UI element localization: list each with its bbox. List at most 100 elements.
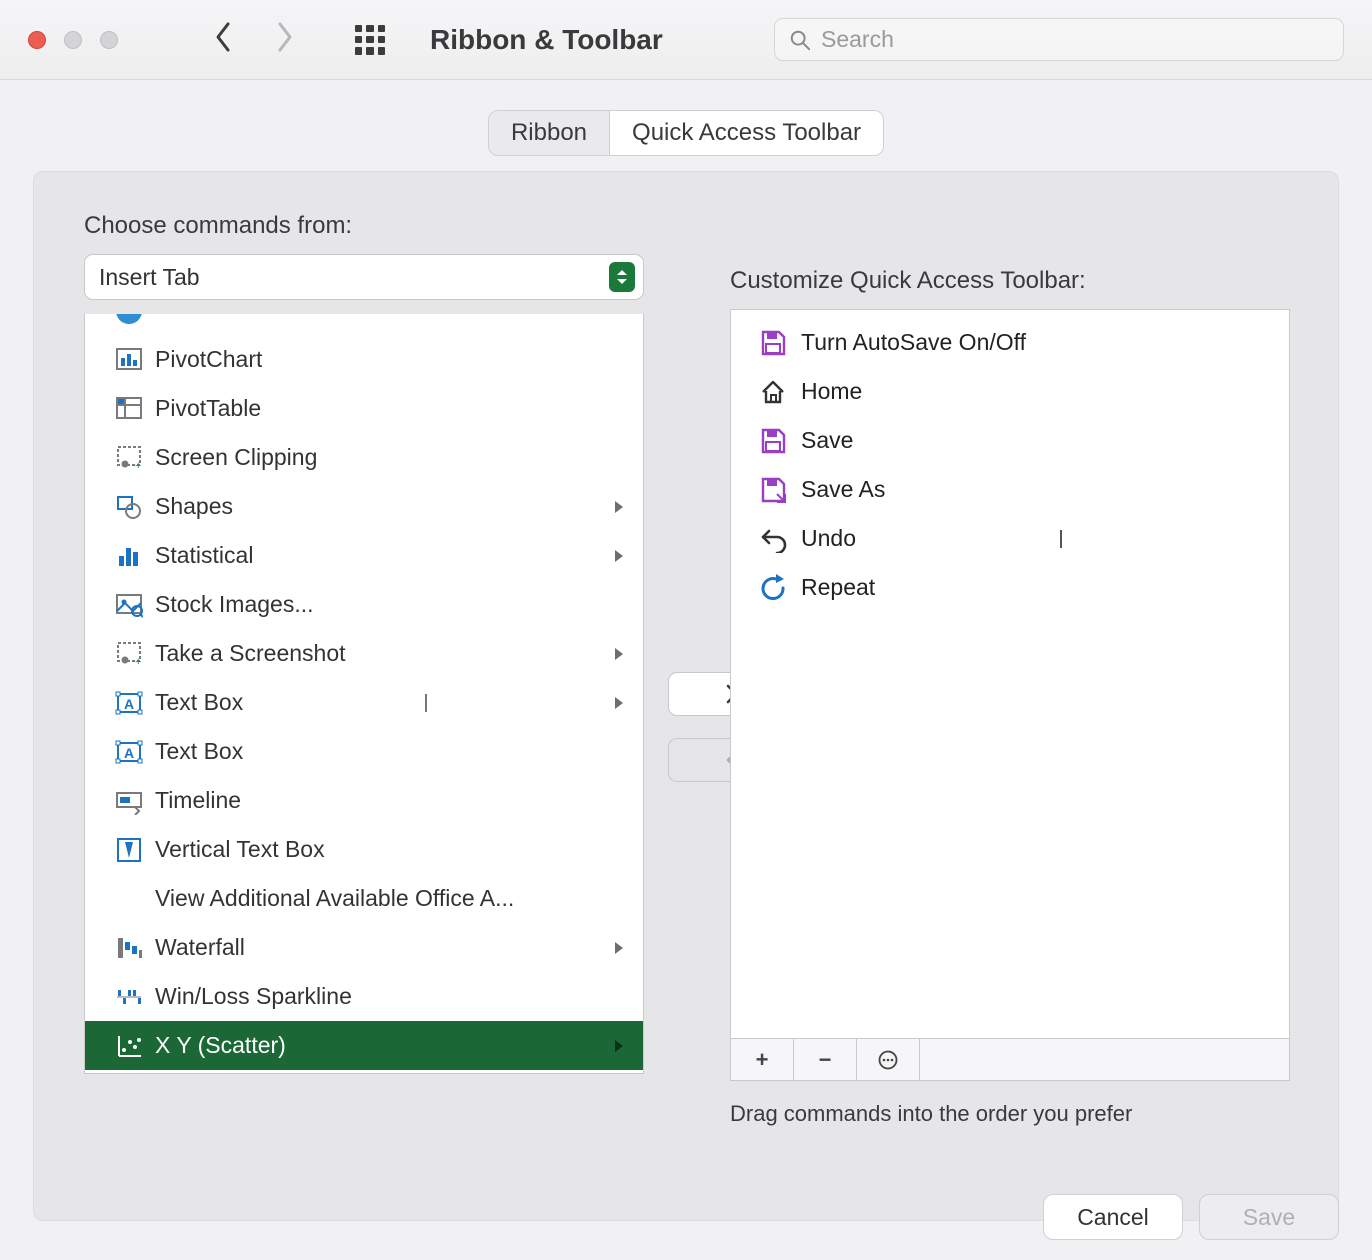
submenu-chevron-icon xyxy=(613,493,625,520)
command-item[interactable]: X Y (Scatter) xyxy=(85,1021,643,1070)
qat-item-label: Undo xyxy=(801,525,856,552)
qat-toolbar: + − xyxy=(730,1039,1290,1081)
footer-buttons: Cancel Save xyxy=(1043,1194,1339,1240)
command-label: Vertical Text Box xyxy=(155,836,325,863)
command-label: Screen Clipping xyxy=(155,444,317,471)
search-input[interactable] xyxy=(821,26,1329,53)
save-as-icon xyxy=(759,476,787,504)
stock-images-icon xyxy=(115,591,143,619)
qat-item[interactable]: Repeat xyxy=(731,563,1289,612)
command-item[interactable]: Timeline xyxy=(85,776,643,825)
qat-item-label: Home xyxy=(801,378,862,405)
statistical-icon xyxy=(115,542,143,570)
qat-item[interactable]: Save As xyxy=(731,465,1289,514)
scatter-icon xyxy=(115,1032,143,1060)
search-icon xyxy=(789,29,811,51)
command-item[interactable] xyxy=(85,314,643,335)
timeline-icon xyxy=(115,787,143,815)
command-item[interactable]: PivotTable xyxy=(85,384,643,433)
textbox-icon: A xyxy=(115,689,143,717)
submenu-chevron-icon xyxy=(613,640,625,667)
qat-item[interactable]: Turn AutoSave On/Off xyxy=(731,318,1289,367)
show-all-icon[interactable] xyxy=(355,25,385,55)
commands-list[interactable]: PivotChart PivotTable + Screen Clipping Shap… xyxy=(84,314,644,1074)
zoom-window-button[interactable] xyxy=(100,31,118,49)
minimize-window-button[interactable] xyxy=(64,31,82,49)
command-item[interactable]: + Screen Clipping xyxy=(85,433,643,482)
waterfall-icon xyxy=(115,934,143,962)
command-label: View Additional Available Office A... xyxy=(155,885,514,912)
tab-strip: Ribbon Quick Access Toolbar xyxy=(0,80,1372,156)
tab-quick-access-toolbar[interactable]: Quick Access Toolbar xyxy=(609,111,883,155)
save-button[interactable]: Save xyxy=(1199,1194,1339,1240)
commands-column: Choose commands from: Insert Tab PivotCh… xyxy=(84,212,644,1074)
search-wrap xyxy=(774,18,1344,61)
split-indicator xyxy=(425,694,427,712)
command-label: Text Box xyxy=(155,689,243,716)
tab-ribbon[interactable]: Ribbon xyxy=(489,111,609,155)
submenu-chevron-icon xyxy=(613,1032,625,1059)
command-label: Win/Loss Sparkline xyxy=(155,983,352,1010)
qat-item-label: Save xyxy=(801,427,853,454)
pivottable-icon xyxy=(115,395,143,423)
tab-group: Ribbon Quick Access Toolbar xyxy=(488,110,884,156)
qat-item-label: Save As xyxy=(801,476,885,503)
cancel-button[interactable]: Cancel xyxy=(1043,1194,1183,1240)
svg-text:+: + xyxy=(135,460,141,472)
customize-qat-label: Customize Quick Access Toolbar: xyxy=(730,267,1290,295)
search-box[interactable] xyxy=(774,18,1344,61)
blank-icon xyxy=(115,885,143,913)
qat-item[interactable]: Home xyxy=(731,367,1289,416)
command-item[interactable]: Stock Images... xyxy=(85,580,643,629)
qat-item-label: Turn AutoSave On/Off xyxy=(801,329,1026,356)
command-label: Stock Images... xyxy=(155,591,314,618)
command-label: PivotChart xyxy=(155,346,262,373)
screen-clipping-icon: + xyxy=(115,444,143,472)
command-item[interactable]: Win/Loss Sparkline xyxy=(85,972,643,1021)
command-label: Take a Screenshot xyxy=(155,640,346,667)
window-title: Ribbon & Toolbar xyxy=(430,24,663,56)
commands-source-dropdown[interactable]: Insert Tab xyxy=(84,254,644,300)
preferences-panel: Choose commands from: Insert Tab PivotCh… xyxy=(33,171,1339,1221)
command-label: Waterfall xyxy=(155,934,245,961)
command-item[interactable]: A Text Box xyxy=(85,678,643,727)
command-item[interactable]: Statistical xyxy=(85,531,643,580)
svg-text:A: A xyxy=(124,696,134,712)
window-controls xyxy=(28,31,118,49)
submenu-chevron-icon xyxy=(613,542,625,569)
qat-list[interactable]: Turn AutoSave On/Off Home Save Save As Undo R… xyxy=(730,309,1290,1039)
command-item[interactable]: Waterfall xyxy=(85,923,643,972)
pivotchart-icon xyxy=(115,346,143,374)
command-item[interactable]: Vertical Text Box xyxy=(85,825,643,874)
qat-add-button[interactable]: + xyxy=(731,1039,794,1080)
home-icon xyxy=(759,378,787,406)
command-item[interactable]: + Take a Screenshot xyxy=(85,629,643,678)
qat-more-button[interactable] xyxy=(857,1039,920,1080)
drag-hint: Drag commands into the order you prefer xyxy=(730,1101,1290,1127)
command-item[interactable]: Shapes xyxy=(85,482,643,531)
split-indicator xyxy=(1060,530,1062,548)
command-label: Text Box xyxy=(155,738,243,765)
command-label: Statistical xyxy=(155,542,253,569)
qat-item[interactable]: Save xyxy=(731,416,1289,465)
commands-from-label: Choose commands from: xyxy=(84,212,644,240)
winloss-icon xyxy=(115,983,143,1011)
command-item[interactable]: View Additional Available Office A... xyxy=(85,874,643,923)
command-label: Timeline xyxy=(155,787,241,814)
qat-column: Customize Quick Access Toolbar: Turn Aut… xyxy=(730,267,1290,1127)
submenu-chevron-icon xyxy=(613,934,625,961)
qat-remove-button[interactable]: − xyxy=(794,1039,857,1080)
dropdown-stepper-icon xyxy=(609,262,635,292)
command-item[interactable]: A Text Box xyxy=(85,727,643,776)
textbox-icon: A xyxy=(115,738,143,766)
forward-button[interactable] xyxy=(273,20,295,59)
titlebar: Ribbon & Toolbar xyxy=(0,0,1372,80)
circle-partial-icon xyxy=(115,314,143,325)
close-window-button[interactable] xyxy=(28,31,46,49)
back-button[interactable] xyxy=(213,20,235,59)
qat-item[interactable]: Undo xyxy=(731,514,1289,563)
qat-item-label: Repeat xyxy=(801,574,875,601)
svg-text:A: A xyxy=(124,745,134,761)
command-item[interactable]: PivotChart xyxy=(85,335,643,384)
svg-text:+: + xyxy=(135,656,141,668)
